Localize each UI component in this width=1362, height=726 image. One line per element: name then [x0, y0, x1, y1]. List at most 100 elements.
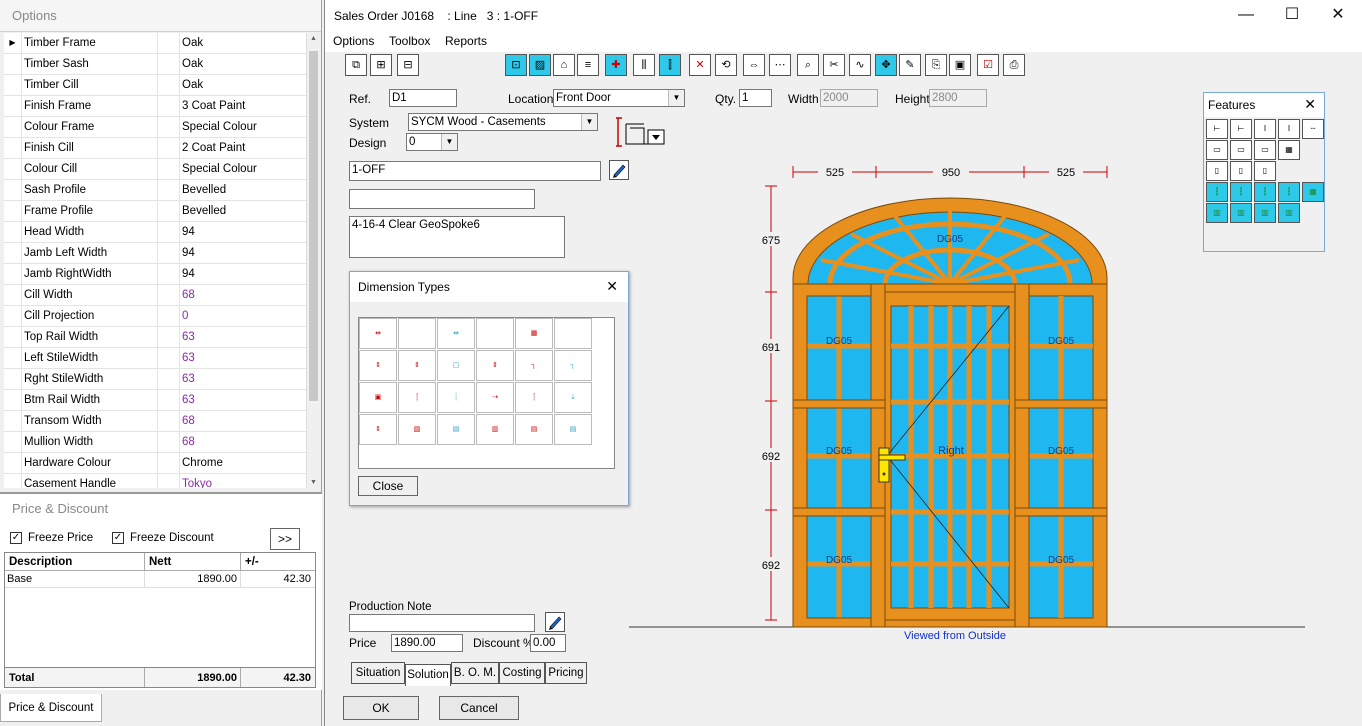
price-input[interactable]: 1890.00 — [391, 634, 463, 652]
tools-icon[interactable]: ✂ — [823, 54, 845, 76]
split-icon[interactable]: ⊡ — [505, 54, 527, 76]
dimension-type-icon[interactable]: ▥ — [476, 414, 514, 445]
ok-button[interactable]: OK — [343, 696, 419, 720]
menu-options[interactable]: Options — [333, 34, 374, 48]
tab-bom[interactable]: B. O. M. — [451, 662, 499, 684]
option-row[interactable]: Transom Width 68 — [4, 411, 306, 432]
feature-icon[interactable]: ▭ — [1230, 140, 1252, 160]
close-icon[interactable]: ✕ — [1315, 4, 1361, 28]
glass-textarea[interactable]: 4-16-4 Clear GeoSpoke6 — [349, 216, 565, 258]
option-row[interactable]: Head Width 94 — [4, 222, 306, 243]
feature-icon[interactable]: ⊢ — [1230, 119, 1252, 139]
close-icon[interactable]: ✕ — [606, 278, 618, 295]
option-row[interactable]: Mullion Width 68 — [4, 432, 306, 453]
bars-icon[interactable]: ⫿ — [659, 54, 681, 76]
list-icon[interactable]: ≡ — [577, 54, 599, 76]
feature-icon[interactable]: ┇ — [1254, 182, 1276, 202]
tab-pricing[interactable]: Pricing — [545, 662, 587, 684]
dimension-type-grid[interactable]: ⇹ ⇹ ▦ ⇕ ⇕ ▢ ⇕ ┐ ┐ ▣ ┆ ┊ ⇢ ┆ ⇣ ⇕ ▧ ▤ ▥ ▤ ▤ — [358, 317, 615, 469]
dimension-type-icon[interactable]: ▦ — [515, 318, 553, 349]
dimension-type-icon[interactable] — [476, 318, 514, 349]
dimension-icon[interactable]: ⇔ — [743, 54, 765, 76]
measure-icon[interactable]: ⋯ — [769, 54, 791, 76]
dimension-type-icon[interactable]: ⇢ — [476, 382, 514, 413]
option-row[interactable]: Cill Projection 0 — [4, 306, 306, 327]
close-button[interactable]: Close — [358, 476, 418, 496]
save-icon[interactable]: ▣ — [949, 54, 971, 76]
dimension-type-icon[interactable]: ⇹ — [437, 318, 475, 349]
option-value[interactable]: 3 Coat Paint — [180, 96, 306, 116]
option-value[interactable]: Bevelled — [180, 180, 306, 200]
option-row[interactable]: Cill Width 68 — [4, 285, 306, 306]
dimension-type-icon[interactable]: ▤ — [554, 414, 592, 445]
design-select[interactable]: 0 ▼ — [406, 133, 458, 151]
print-icon[interactable]: ⎙ — [1003, 54, 1025, 76]
feature-icon[interactable]: ▦ — [1278, 140, 1300, 160]
dimension-type-icon[interactable]: ▤ — [515, 414, 553, 445]
tab-solution[interactable]: Solution — [405, 664, 451, 686]
options-grid[interactable]: ▶ Timber Frame Oak Timber Sash Oak Timber Cil… — [4, 33, 306, 488]
dimension-type-icon[interactable]: ⇕ — [476, 350, 514, 381]
option-row[interactable]: Top Rail Width 63 — [4, 327, 306, 348]
chevron-down-icon[interactable]: ▼ — [581, 114, 597, 130]
width-input[interactable]: 2000 — [820, 89, 878, 107]
option-value[interactable]: 68 — [180, 285, 306, 305]
options-scrollbar[interactable]: ▲ ▼ — [306, 33, 320, 488]
maximize-icon[interactable]: ☐ — [1269, 4, 1315, 28]
dimension-type-icon[interactable]: ┐ — [515, 350, 553, 381]
option-value[interactable]: Bevelled — [180, 201, 306, 221]
check-icon[interactable]: ☑ — [977, 54, 999, 76]
dimension-type-icon[interactable] — [554, 318, 592, 349]
menu-reports[interactable]: Reports — [445, 34, 487, 48]
option-value[interactable]: 94 — [180, 264, 306, 284]
columns-icon[interactable]: ⫼ — [633, 54, 655, 76]
frame-type-icon[interactable] — [614, 116, 666, 148]
freeze-price-checkbox[interactable]: ✓ Freeze Price — [10, 532, 93, 544]
tab-costing[interactable]: Costing — [499, 662, 545, 684]
dimension-type-icon[interactable]: ▢ — [437, 350, 475, 381]
ref-input[interactable]: D1 — [389, 89, 457, 107]
option-value[interactable]: 68 — [180, 432, 306, 452]
feature-icon[interactable]: ▭ — [1254, 140, 1276, 160]
move-icon[interactable]: ✥ — [875, 54, 897, 76]
close-icon[interactable]: ✕ — [1304, 96, 1316, 113]
blank-input[interactable] — [349, 189, 535, 209]
grid-icon[interactable]: ⊞ — [370, 54, 392, 76]
line-input[interactable]: 1-OFF — [349, 161, 601, 181]
feature-icon[interactable]: ▯ — [1206, 161, 1228, 181]
delete-icon[interactable]: ✕ — [689, 54, 711, 76]
option-value[interactable]: 68 — [180, 411, 306, 431]
check-icon[interactable]: ✓ — [10, 532, 22, 544]
edit-pencil-icon[interactable] — [545, 612, 565, 632]
feature-icon[interactable]: ▥ — [1254, 203, 1276, 223]
feature-icon[interactable]: I — [1278, 119, 1300, 139]
check-icon[interactable]: ✓ — [112, 532, 124, 544]
option-value[interactable]: 94 — [180, 222, 306, 242]
curve-icon[interactable]: ∿ — [849, 54, 871, 76]
dimension-type-icon[interactable]: ┊ — [437, 382, 475, 413]
feature-icon[interactable]: ▯ — [1254, 161, 1276, 181]
option-value[interactable]: 2 Coat Paint — [180, 138, 306, 158]
option-row[interactable]: Finish Cill 2 Coat Paint — [4, 138, 306, 159]
option-value[interactable]: 63 — [180, 390, 306, 410]
option-value[interactable]: 63 — [180, 348, 306, 368]
option-row[interactable]: ▶ Timber Frame Oak — [4, 33, 306, 54]
feature-icon[interactable]: ▦ — [1302, 182, 1324, 202]
dimension-type-icon[interactable]: ⇕ — [359, 350, 397, 381]
chevron-down-icon[interactable]: ▼ — [441, 134, 457, 150]
pen-icon[interactable]: ✎ — [899, 54, 921, 76]
layers-icon[interactable]: ⧉ — [345, 54, 367, 76]
cancel-button[interactable]: Cancel — [439, 696, 519, 720]
option-row[interactable]: Rght StileWidth 63 — [4, 369, 306, 390]
scroll-down-icon[interactable]: ▼ — [310, 479, 317, 486]
tab-price-discount[interactable]: Price & Discount — [0, 694, 102, 722]
option-row[interactable]: Hardware Colour Chrome — [4, 453, 306, 474]
option-row[interactable]: Jamb Left Width 94 — [4, 243, 306, 264]
add-frame-icon[interactable]: ✚ — [605, 54, 627, 76]
chevron-down-icon[interactable]: ▼ — [668, 90, 684, 106]
copy-icon[interactable]: ⎘ — [925, 54, 947, 76]
scrollbar-thumb[interactable] — [309, 51, 318, 401]
option-row[interactable]: Timber Cill Oak — [4, 75, 306, 96]
option-value[interactable]: Oak — [180, 33, 306, 53]
option-value[interactable]: Special Colour — [180, 117, 306, 137]
